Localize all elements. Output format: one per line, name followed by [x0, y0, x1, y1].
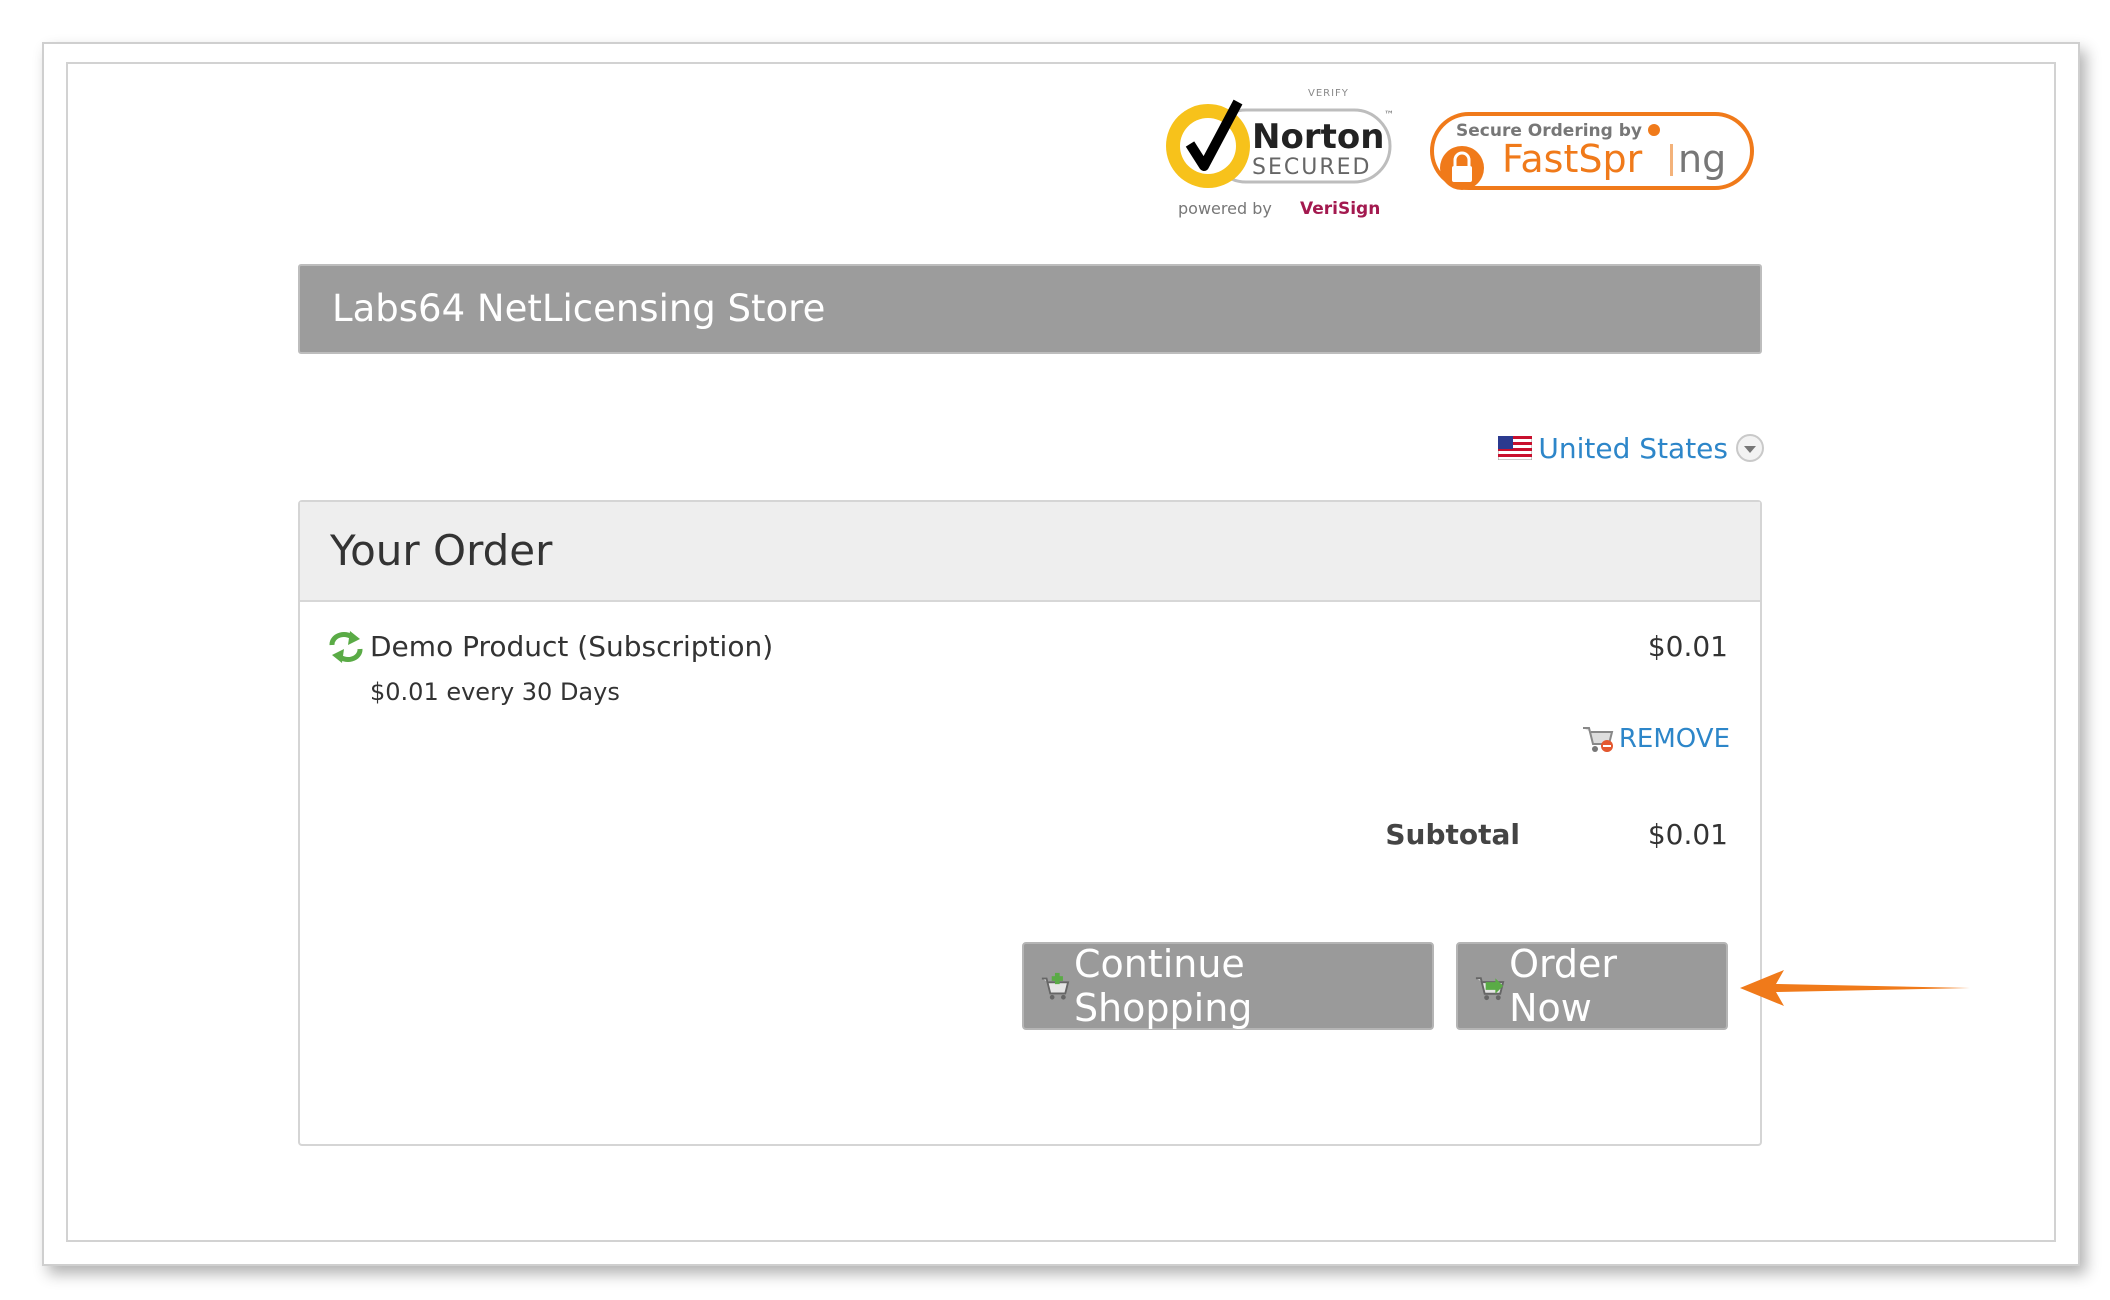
order-now-label[interactable]: Order Now [1509, 942, 1706, 1030]
cart-remove-icon [1582, 727, 1614, 752]
norton-powered-text: powered by [1178, 199, 1272, 218]
continue-shopping-button[interactable]: Continue Shopping [1022, 942, 1434, 1030]
norton-secured-badge[interactable]: VERIFY Norton SECURED ™ powered by VeriS… [1160, 82, 1400, 222]
remove-label[interactable]: REMOVE [1619, 724, 1730, 754]
subscription-refresh-icon [329, 630, 363, 663]
store-title: Labs64 NetLicensing Store [332, 287, 826, 330]
us-flag-icon [1498, 436, 1533, 460]
product-name: Demo Product (Subscription) [370, 630, 774, 663]
verisign-text: VeriSign [1300, 199, 1380, 219]
norton-secured-text: SECURED [1252, 155, 1371, 180]
continue-shopping-label[interactable]: Continue Shopping [1074, 942, 1412, 1030]
cart-checkout-icon [1475, 977, 1505, 1001]
order-now-button[interactable]: Order Now [1456, 942, 1728, 1030]
norton-tm-text: ™ [1384, 110, 1394, 121]
product-billing-detail: $0.01 every 30 Days [370, 678, 620, 706]
subtotal-value: $0.01 [1647, 818, 1728, 851]
country-label[interactable]: United States [1538, 432, 1728, 465]
norton-name-text: Norton [1252, 117, 1384, 157]
order-panel: Your Order Demo Product (Subscription) $… [298, 500, 1762, 1146]
callout-arrow-icon [1740, 970, 1970, 1006]
order-heading: Your Order [300, 502, 1760, 602]
norton-verify-text: VERIFY [1308, 88, 1349, 99]
subtotal-label: Subtotal [1385, 818, 1520, 851]
order-item: Demo Product (Subscription) [328, 630, 773, 663]
remove-item-link[interactable]: REMOVE [1581, 724, 1730, 754]
fastspring-name-text: FastSpr [1502, 137, 1643, 181]
item-price: $0.01 [1647, 630, 1728, 663]
fastspring-name-end-text: ng [1678, 137, 1726, 181]
cart-add-icon [1041, 972, 1070, 1000]
chevron-down-icon[interactable] [1736, 434, 1764, 462]
fastspring-secure-badge[interactable]: Secure Ordering by FastSpr ng [1428, 110, 1756, 194]
country-selector[interactable]: United States [1498, 430, 1764, 466]
store-title-bar: Labs64 NetLicensing Store [298, 264, 1762, 354]
